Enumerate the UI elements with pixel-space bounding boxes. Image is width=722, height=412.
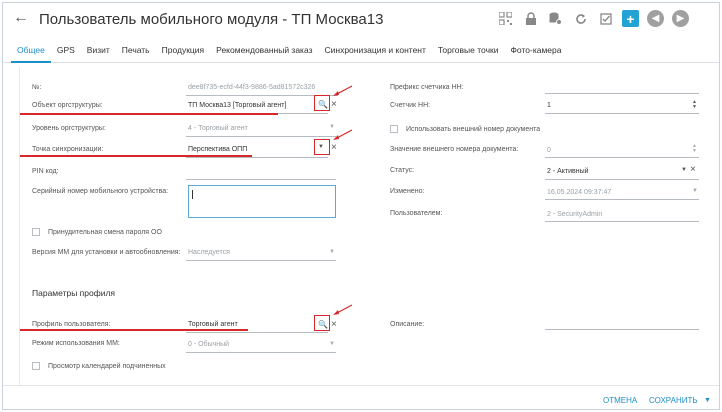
lock-icon[interactable] bbox=[522, 10, 539, 27]
user-label: Пользователем: bbox=[390, 210, 443, 217]
profile-section-title: Параметры профиля bbox=[32, 288, 116, 298]
chevron-down-icon[interactable]: ▼ bbox=[318, 144, 324, 150]
number-value: dee8f735-ecfd-44f3-9886-5ad81572c326 bbox=[188, 84, 316, 91]
sync-point-underline bbox=[186, 157, 328, 158]
chevron-down-icon[interactable]: ▼ bbox=[681, 167, 687, 173]
header: ← Пользователь мобильного модуля - ТП Мо… bbox=[3, 3, 719, 37]
external-value-underline bbox=[545, 157, 699, 158]
annotation-arrow bbox=[333, 129, 353, 140]
chevron-down-icon: ▼ bbox=[692, 188, 698, 194]
counter-label: Счетчик НН: bbox=[390, 102, 431, 109]
prefix-field[interactable] bbox=[545, 93, 699, 94]
org-level-label: Уровень оргструктуры: bbox=[32, 125, 106, 132]
user-underline bbox=[545, 221, 699, 222]
org-level-underline bbox=[186, 136, 336, 137]
form-content: №: dee8f735-ecfd-44f3-9886-5ad81572c326 … bbox=[19, 67, 717, 385]
mode-value[interactable]: 0 - Обычный bbox=[188, 341, 229, 348]
mode-label: Режим использования ММ: bbox=[32, 340, 120, 347]
status-label: Статус: bbox=[390, 167, 415, 174]
profile-underline bbox=[186, 332, 328, 333]
tab-photo-camera[interactable]: Фото-камера bbox=[504, 37, 567, 63]
number-label: №: bbox=[32, 84, 42, 91]
search-icon[interactable]: 🔍 bbox=[318, 100, 328, 109]
annotation-underline bbox=[20, 329, 248, 331]
tab-visit[interactable]: Визит bbox=[81, 37, 116, 63]
external-value-field: 0 bbox=[547, 147, 551, 154]
serial-label: Серийный номер мобильного устройства: bbox=[32, 188, 169, 195]
text-caret bbox=[192, 190, 193, 199]
sync-point-label: Точка синхронизации: bbox=[32, 146, 104, 153]
description-label: Описание: bbox=[390, 321, 425, 328]
changed-label: Изменено: bbox=[390, 188, 425, 195]
tab-outlets[interactable]: Торговые точки bbox=[432, 37, 505, 63]
annotation-arrow bbox=[333, 85, 353, 96]
chevron-down-icon[interactable]: ▼ bbox=[704, 397, 711, 404]
next-icon[interactable]: ▶ bbox=[672, 10, 689, 27]
checkbox-icon[interactable] bbox=[597, 10, 614, 27]
db-settings-icon[interactable] bbox=[547, 10, 564, 27]
version-label: Версия ММ для установки и автообновления… bbox=[32, 249, 181, 256]
footer: ОТМЕНА СОХРАНИТЬ ▼ bbox=[3, 385, 719, 409]
refresh-icon[interactable] bbox=[572, 10, 589, 27]
pin-field[interactable] bbox=[186, 179, 336, 180]
use-external-checkbox[interactable] bbox=[390, 125, 398, 133]
toolbar: + ◀ ▶ bbox=[497, 10, 689, 27]
counter-underline bbox=[545, 113, 699, 114]
prefix-label: Префикс счетчика НН: bbox=[390, 84, 464, 91]
tab-print[interactable]: Печать bbox=[116, 37, 156, 63]
annotation-arrow bbox=[333, 304, 353, 315]
annotation-underline bbox=[20, 113, 278, 115]
save-button[interactable]: СОХРАНИТЬ bbox=[649, 396, 698, 405]
arrow-left-icon[interactable]: ← bbox=[13, 9, 29, 27]
close-icon[interactable]: × bbox=[331, 99, 337, 110]
mode-underline bbox=[186, 352, 336, 353]
prev-icon[interactable]: ◀ bbox=[647, 10, 664, 27]
tab-bar: Общее GPS Визит Печать Продукция Рекомен… bbox=[3, 37, 719, 63]
page-title: Пользователь мобильного модуля - ТП Моск… bbox=[39, 11, 384, 28]
tab-products[interactable]: Продукция bbox=[156, 37, 211, 63]
version-value[interactable]: Наследуется bbox=[188, 249, 230, 256]
calendar-label: Просмотр календарей подчиненных bbox=[48, 363, 166, 370]
org-object-field[interactable]: ТП Москва13 [Торговый агент] bbox=[188, 102, 286, 109]
counter-field[interactable]: 1 bbox=[547, 102, 551, 109]
profile-field[interactable]: Торговый агент bbox=[188, 321, 238, 328]
force-change-checkbox[interactable] bbox=[32, 228, 40, 236]
calendar-checkbox[interactable] bbox=[32, 362, 40, 370]
tab-general[interactable]: Общее bbox=[11, 37, 51, 63]
stepper-icon: ▲ ▼ bbox=[692, 143, 697, 154]
changed-value: 16.05.2024 09:37:47 bbox=[547, 189, 612, 196]
sync-point-field[interactable]: Перспектива ОПП bbox=[188, 146, 247, 153]
status-underline bbox=[545, 179, 699, 180]
chevron-down-icon[interactable]: ▼ bbox=[329, 341, 335, 347]
tab-sync-content[interactable]: Синхронизация и контент bbox=[319, 37, 432, 63]
changed-underline bbox=[545, 199, 699, 200]
org-level-value: 4 - Торговый агент bbox=[188, 125, 248, 132]
force-change-label: Принудительная смена пароля ОО bbox=[48, 229, 162, 236]
description-field[interactable] bbox=[545, 329, 699, 330]
profile-label: Профиль пользователя: bbox=[32, 321, 111, 328]
serial-textarea[interactable] bbox=[188, 185, 336, 218]
org-object-label: Объект оргструктуры: bbox=[32, 102, 103, 109]
qr-icon[interactable] bbox=[497, 10, 514, 27]
stepper-icon[interactable]: ▲ ▼ bbox=[692, 100, 697, 110]
chevron-down-icon[interactable]: ▼ bbox=[329, 249, 335, 255]
add-icon[interactable]: + bbox=[622, 10, 639, 27]
close-icon[interactable]: × bbox=[690, 164, 696, 175]
search-icon[interactable]: 🔍 bbox=[318, 320, 328, 329]
status-field[interactable]: 2 - Активный bbox=[547, 168, 589, 175]
window: ← Пользователь мобильного модуля - ТП Мо… bbox=[2, 2, 720, 410]
user-value: 2 - SecurityAdmin bbox=[547, 211, 603, 218]
tab-recommended-order[interactable]: Рекомендованный заказ bbox=[210, 37, 318, 63]
pin-label: PIN код: bbox=[32, 168, 59, 175]
annotation-underline bbox=[20, 155, 252, 157]
use-external-label: Использовать внешний номер документа bbox=[406, 126, 541, 133]
tab-gps[interactable]: GPS bbox=[51, 37, 81, 63]
cancel-button[interactable]: ОТМЕНА bbox=[603, 396, 637, 405]
version-underline bbox=[186, 260, 336, 261]
external-value-label: Значение внешнего номера документа: bbox=[390, 146, 519, 153]
close-icon[interactable]: × bbox=[331, 142, 337, 153]
close-icon[interactable]: × bbox=[331, 319, 337, 330]
